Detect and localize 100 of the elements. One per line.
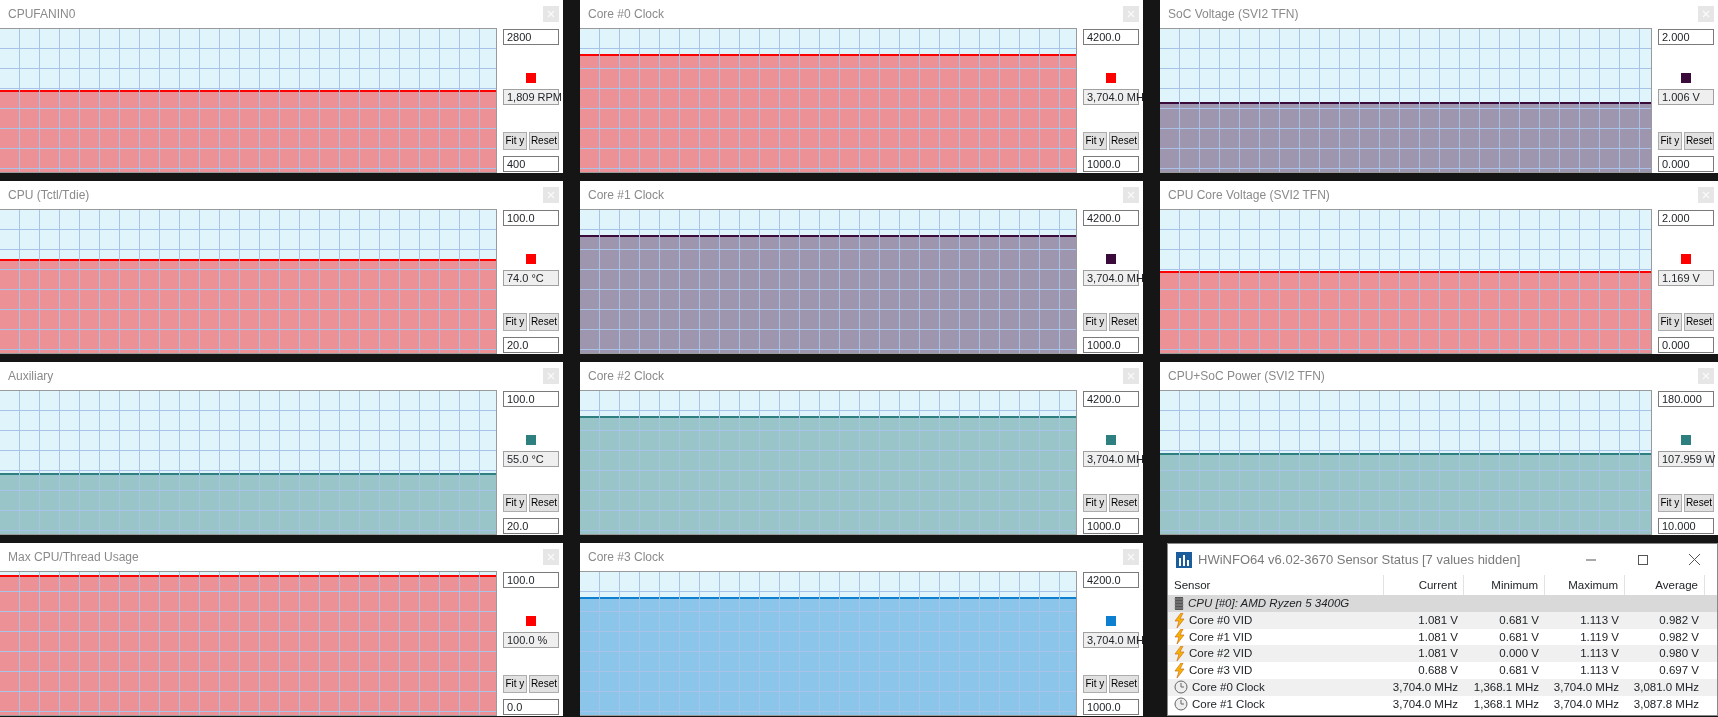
window-title: CPUFANIN0 <box>8 6 76 23</box>
fit-button[interactable]: Fit y <box>1083 675 1107 693</box>
reset-button[interactable]: Reset <box>528 132 559 150</box>
reset-button[interactable]: Reset <box>528 313 559 331</box>
close-button[interactable] <box>1123 6 1139 22</box>
clock-icon <box>1174 680 1188 695</box>
table-cell-text: 1.081 V <box>1417 629 1459 645</box>
table-cell-text: 0.681 V <box>1498 629 1540 645</box>
max-value-field[interactable]: 4200.0 <box>1083 391 1139 407</box>
min-value-field[interactable]: 1000.0 <box>1083 156 1139 172</box>
lightning-icon <box>1174 663 1185 679</box>
reset-button[interactable]: Reset <box>528 494 559 512</box>
table-cell-text: 1.081 V <box>1417 646 1459 662</box>
min-value-field[interactable]: 1000.0 <box>1083 337 1139 353</box>
min-value-field[interactable]: 1000.0 <box>1083 699 1139 715</box>
max-value-field[interactable]: 2.000 <box>1658 210 1714 226</box>
table-cell-text: 3,081.0 MHz <box>1632 680 1700 695</box>
fit-button[interactable]: Fit y <box>503 494 527 512</box>
max-value-field[interactable]: 2.000 <box>1658 29 1714 45</box>
close-button[interactable] <box>1123 549 1139 565</box>
table-row[interactable]: Core #2 VID 1.081 V 0.000 V 1.113 V 0.980 V <box>1168 645 1717 663</box>
reset-button[interactable]: Reset <box>1108 132 1139 150</box>
table-cell-text: 0.681 V <box>1498 612 1540 628</box>
close-button[interactable] <box>543 6 559 22</box>
fit-button[interactable]: Fit y <box>1658 132 1682 150</box>
fit-button[interactable]: Fit y <box>1083 313 1107 331</box>
table-cell-text: 1.113 V <box>1579 646 1620 662</box>
table-cell-text: 1,368.1 MHz <box>1472 680 1540 695</box>
close-button[interactable] <box>1698 368 1714 384</box>
sensor-name: Core #3 VID <box>1189 663 1253 679</box>
sensor-name: Core #0 Clock <box>1192 680 1265 695</box>
sensor-name: Core #2 VID <box>1189 646 1253 662</box>
current-value: 1,809 RPM <box>503 88 559 105</box>
reset-button[interactable]: Reset <box>1683 132 1714 150</box>
table-cell-text: 0.000 V <box>1498 646 1540 662</box>
max-value-field[interactable]: 4200.0 <box>1083 29 1139 45</box>
table-cell-text: 3,704.0 MHz <box>1552 696 1620 712</box>
current-value: 55.0 °C <box>503 450 559 467</box>
min-value-field[interactable]: 20.0 <box>503 518 559 534</box>
max-value-field[interactable]: 2800 <box>503 29 559 45</box>
close-button[interactable] <box>543 549 559 565</box>
reset-button[interactable]: Reset <box>528 675 559 693</box>
max-value-field[interactable]: 100.0 <box>503 391 559 407</box>
reset-button[interactable]: Reset <box>1108 675 1139 693</box>
close-button[interactable] <box>1698 6 1714 22</box>
clock-icon <box>1174 697 1188 712</box>
lightning-icon <box>1174 646 1185 662</box>
lightning-icon <box>1174 612 1185 628</box>
close-icon <box>1687 553 1701 566</box>
sensor-name: Core #1 Clock <box>1192 696 1265 712</box>
table-row[interactable]: Core #1 Clock 3,704.0 MHz 1,368.1 MHz 3,704.0 MHz 3,087.8 MHz <box>1168 695 1717 713</box>
min-value-field[interactable]: 0.000 <box>1658 337 1714 353</box>
max-value-field[interactable]: 4200.0 <box>1083 572 1139 588</box>
fit-button[interactable]: Fit y <box>503 132 527 150</box>
current-value: 1.169 V <box>1658 269 1714 286</box>
fit-button[interactable]: Fit y <box>503 675 527 693</box>
min-value-field[interactable]: 20.0 <box>503 337 559 353</box>
close-button[interactable] <box>543 368 559 384</box>
window-title: HWiNFO64 v6.02-3670 Sensor Status [7 values hidden] <box>1198 550 1522 569</box>
window-title: CPU (Tctl/Tdie) <box>8 187 90 204</box>
reset-button[interactable]: Reset <box>1108 494 1139 512</box>
min-value-field[interactable]: 1000.0 <box>1083 518 1139 534</box>
window-title: CPU Core Voltage (SVI2 TFN) <box>1168 187 1330 204</box>
table-row[interactable]: Core #3 VID 0.688 V 0.681 V 1.113 V 0.697 V <box>1168 662 1717 679</box>
window-title: Max CPU/Thread Usage <box>8 549 139 566</box>
window-title: Core #1 Clock <box>588 187 665 204</box>
table-cell-text: 0.982 V <box>1658 612 1700 628</box>
reset-button[interactable]: Reset <box>1683 313 1714 331</box>
fit-button[interactable]: Fit y <box>1083 494 1107 512</box>
close-button[interactable] <box>543 187 559 203</box>
close-button[interactable] <box>1123 368 1139 384</box>
max-value-field[interactable]: 180.000 <box>1658 391 1714 407</box>
table-row[interactable]: CPU [#0]: AMD Ryzen 5 3400G <box>1168 595 1717 612</box>
max-value-field[interactable]: 100.0 <box>503 210 559 226</box>
min-value-field[interactable]: 0.000 <box>1658 156 1714 172</box>
fit-button[interactable]: Fit y <box>1658 313 1682 331</box>
close-button[interactable] <box>1698 187 1714 203</box>
table-cell-text: 3,087.8 MHz <box>1632 696 1700 712</box>
reset-button[interactable]: Reset <box>1108 313 1139 331</box>
lightning-icon <box>1174 629 1185 645</box>
fit-button[interactable]: Fit y <box>1083 132 1107 150</box>
window-title: CPU+SoC Power (SVI2 TFN) <box>1168 368 1325 385</box>
close-button[interactable] <box>1123 187 1139 203</box>
table-cell-text: 0.697 V <box>1658 663 1700 679</box>
min-value-field[interactable]: 0.0 <box>503 699 559 715</box>
table-row[interactable]: Core #0 Clock 3,704.0 MHz 1,368.1 MHz 3,704.0 MHz 3,081.0 MHz <box>1168 679 1717 696</box>
fit-button[interactable]: Fit y <box>503 313 527 331</box>
table-row[interactable]: Core #1 VID 1.081 V 0.681 V 1.119 V 0.982 V <box>1168 628 1717 646</box>
fit-button[interactable]: Fit y <box>1658 494 1682 512</box>
current-value: 1.006 V <box>1658 88 1714 105</box>
reset-button[interactable]: Reset <box>1683 494 1714 512</box>
max-value-field[interactable]: 100.0 <box>503 572 559 588</box>
table-cell-text: 1.113 V <box>1579 612 1620 628</box>
window-title: SoC Voltage (SVI2 TFN) <box>1168 6 1299 23</box>
min-value-field[interactable]: 400 <box>503 156 559 172</box>
sensor-name: CPU [#0]: AMD Ryzen 5 3400G <box>1188 596 1350 611</box>
max-value-field[interactable]: 4200.0 <box>1083 210 1139 226</box>
window-title: Core #3 Clock <box>588 549 665 566</box>
min-value-field[interactable]: 10.000 <box>1658 518 1714 534</box>
sensor-name: Core #0 VID <box>1189 612 1253 628</box>
